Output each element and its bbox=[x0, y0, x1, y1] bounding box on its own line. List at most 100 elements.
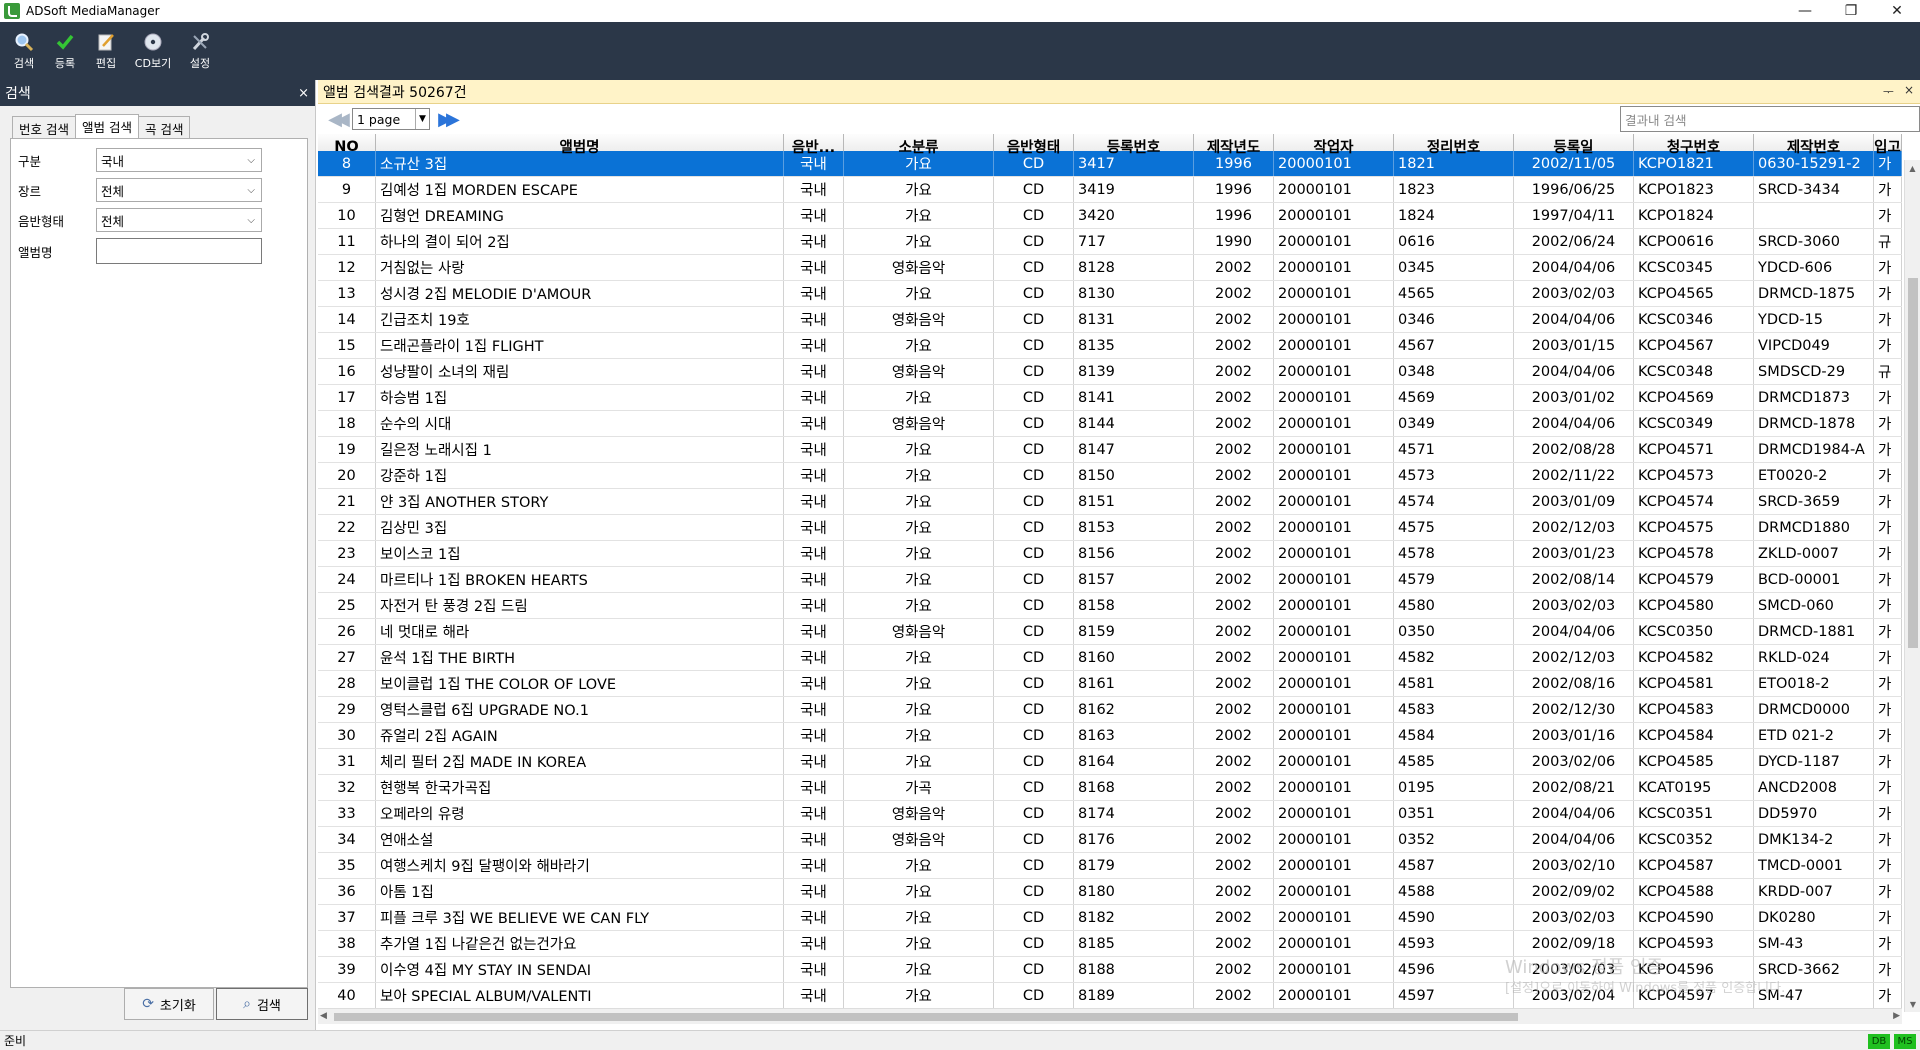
cell-album-name: 네 멋대로 해라 bbox=[376, 619, 784, 644]
table-row[interactable]: 9 김예성 1집 MORDEN ESCAPE 국내 가요 CD 3419 1996 20000… bbox=[318, 177, 1902, 203]
cell-no: 37 bbox=[318, 905, 376, 930]
cell-prod-number: DD5970 bbox=[1754, 801, 1874, 826]
cell-media-type: CD bbox=[994, 645, 1074, 670]
cell-call-number: KCSC0345 bbox=[1634, 255, 1754, 280]
table-row[interactable]: 16 성냥팔이 소녀의 재림 국내 영화음악 CD 8139 2002 20000101 034… bbox=[318, 359, 1902, 385]
cell-reg-number: 8185 bbox=[1074, 931, 1194, 956]
restore-button[interactable]: ❐ bbox=[1828, 0, 1874, 22]
toolbar-settings-button[interactable]: 설정 bbox=[180, 22, 220, 80]
tab-number-search[interactable]: 번호 검색 bbox=[12, 116, 76, 138]
cell-year: 2002 bbox=[1194, 437, 1274, 462]
result-search-input[interactable]: 결과내 검색 bbox=[1620, 106, 1920, 132]
window-title: ADSoft MediaManager bbox=[26, 4, 160, 18]
table-row[interactable]: 34 연애소설 국내 영화음악 CD 8176 2002 20000101 0352 2004/0… bbox=[318, 827, 1902, 853]
cell-reg-date: 2003/02/06 bbox=[1514, 749, 1634, 774]
cell-call-number: KCPO0616 bbox=[1634, 229, 1754, 254]
results-header: 앨범 검색결과 50267건 ᅮ × bbox=[318, 80, 1920, 104]
status-text: 준비 bbox=[4, 1034, 27, 1048]
cell-album-name: 거침없는 사랑 bbox=[376, 255, 784, 280]
toolbar-edit-button[interactable]: 편집 bbox=[86, 22, 126, 80]
album-name-input[interactable] bbox=[96, 238, 262, 264]
cell-origin: 국내 bbox=[784, 905, 844, 930]
table-row[interactable]: 21 얀 3집 ANOTHER STORY 국내 가요 CD 8151 2002 200001… bbox=[318, 489, 1902, 515]
table-row[interactable]: 10 김형언 DREAMING 국내 가요 CD 3420 1996 20000101 1824… bbox=[318, 203, 1902, 229]
toolbar-register-button[interactable]: 등록 bbox=[45, 22, 85, 80]
reset-button[interactable]: ⟳ 초기화 bbox=[124, 988, 214, 1020]
page-select[interactable]: 1 page ▼ bbox=[352, 108, 430, 130]
cell-album-name: 이수영 4집 MY STAY IN SENDAI bbox=[376, 957, 784, 982]
table-row[interactable]: 12 거침없는 사랑 국내 영화음악 CD 8128 2002 20000101 0345 200… bbox=[318, 255, 1902, 281]
tab-album-search[interactable]: 앨범 검색 bbox=[74, 114, 139, 138]
pin-icon[interactable]: ᅮ bbox=[1883, 83, 1894, 100]
table-row[interactable]: 25 자전거 탄 풍경 2집 드림 국내 가요 CD 8158 2002 20000101 45… bbox=[318, 593, 1902, 619]
activation-watermark-text: [설정]으로 이동하여 Windows를 정품 인증합니다. bbox=[1505, 981, 1786, 996]
table-row[interactable]: 38 추가열 1집 나같은건 없는건가요 국내 가요 CD 8185 2002 2000010… bbox=[318, 931, 1902, 957]
table-row[interactable]: 22 김상민 3집 국내 가요 CD 8153 2002 20000101 4575 2002/1… bbox=[318, 515, 1902, 541]
cell-year: 2002 bbox=[1194, 723, 1274, 748]
media-type-select[interactable]: 전체 ⌵ bbox=[96, 208, 262, 232]
table-row[interactable]: 27 윤석 1집 THE BIRTH 국내 가요 CD 8160 2002 20000101 4… bbox=[318, 645, 1902, 671]
search-button[interactable]: ⌕ 검색 bbox=[216, 988, 308, 1020]
table-row[interactable]: 35 여행스케치 9집 달팽이와 해바라기 국내 가요 CD 8179 2002 200001… bbox=[318, 853, 1902, 879]
table-row[interactable]: 37 피플 크루 3집 WE BELIEVE WE CAN FLY 국내 가요 CD 81… bbox=[318, 905, 1902, 931]
table-row[interactable]: 11 하나의 결이 되어 2집 국내 가요 CD 717 1990 20000101 0616 2… bbox=[318, 229, 1902, 255]
cell-no: 8 bbox=[318, 151, 376, 176]
table-row[interactable]: 24 마르티나 1집 BROKEN HEARTS 국내 가요 CD 8157 2002 200… bbox=[318, 567, 1902, 593]
search-panel-close-icon[interactable]: × bbox=[298, 86, 309, 101]
cell-no: 9 bbox=[318, 177, 376, 202]
table-row[interactable]: 15 드래곤플라이 1집 FLIGHT 국내 가요 CD 8135 2002 20000101… bbox=[318, 333, 1902, 359]
genre-select[interactable]: 전체 ⌵ bbox=[96, 178, 262, 202]
table-row[interactable]: 14 긴급조치 19호 국내 영화음악 CD 8131 2002 20000101 0346 20… bbox=[318, 307, 1902, 333]
cell-reg-date: 2002/08/14 bbox=[1514, 567, 1634, 592]
table-row[interactable]: 31 체리 필터 2집 MADE IN KOREA 국내 가요 CD 8164 2002 20… bbox=[318, 749, 1902, 775]
scroll-right-icon[interactable]: ▶ bbox=[1893, 1011, 1900, 1021]
table-row[interactable]: 20 강준하 1집 국내 가요 CD 8150 2002 20000101 4573 2002/1… bbox=[318, 463, 1902, 489]
minimize-button[interactable]: — bbox=[1782, 0, 1828, 22]
last-page-icon[interactable]: ▶▶ bbox=[434, 109, 460, 130]
toolbar-search-button[interactable]: 검색 bbox=[4, 22, 44, 80]
cell-file-number: 4565 bbox=[1394, 281, 1514, 306]
table-row[interactable]: 26 네 멋대로 해라 국내 영화음악 CD 8159 2002 20000101 0350 20… bbox=[318, 619, 1902, 645]
table-row[interactable]: 30 쥬얼리 2집 AGAIN 국내 가요 CD 8163 2002 20000101 4584… bbox=[318, 723, 1902, 749]
table-row[interactable]: 18 순수의 시대 국내 영화음악 CD 8144 2002 20000101 0349 2004… bbox=[318, 411, 1902, 437]
cell-call-number: KCPO1824 bbox=[1634, 203, 1754, 228]
cell-call-number: KCPO4578 bbox=[1634, 541, 1754, 566]
cell-media-type: CD bbox=[994, 749, 1074, 774]
table-row[interactable]: 8 소규산 3집 국내 가요 CD 3417 1996 20000101 1821 2002/11… bbox=[318, 151, 1902, 177]
table-row[interactable]: 28 보이클럽 1집 THE COLOR OF LOVE 국내 가요 CD 8161 200… bbox=[318, 671, 1902, 697]
table-row[interactable]: 36 아톰 1집 국내 가요 CD 8180 2002 20000101 4588 2002/09… bbox=[318, 879, 1902, 905]
vertical-scrollbar[interactable]: ▲ ▼ bbox=[1904, 160, 1920, 1012]
table-row[interactable]: 29 영턱스클럽 6집 UPGRADE NO.1 국내 가요 CD 8162 2002 200… bbox=[318, 697, 1902, 723]
table-row[interactable]: 32 현행복 한국가곡집 국내 가곡 CD 8168 2002 20000101 0195 200… bbox=[318, 775, 1902, 801]
cell-worker: 20000101 bbox=[1274, 255, 1394, 280]
scroll-down-icon[interactable]: ▼ bbox=[1905, 996, 1920, 1012]
cell-prod-number: KRDD-007 bbox=[1754, 879, 1874, 904]
scroll-left-icon[interactable]: ◀ bbox=[320, 1011, 327, 1021]
scroll-up-icon[interactable]: ▲ bbox=[1905, 160, 1920, 176]
first-page-icon[interactable]: ◀◀ bbox=[324, 109, 350, 130]
cell-subcategory: 가요 bbox=[844, 203, 994, 228]
close-button[interactable]: ✕ bbox=[1874, 0, 1920, 22]
cell-reg-date: 2002/12/03 bbox=[1514, 645, 1634, 670]
table-row[interactable]: 13 성시경 2집 MELODIE D'AMOUR 국내 가요 CD 8130 2002 20… bbox=[318, 281, 1902, 307]
results-close-icon[interactable]: × bbox=[1904, 83, 1914, 100]
cell-call-number: KCPO4581 bbox=[1634, 671, 1754, 696]
tab-song-search[interactable]: 곡 검색 bbox=[137, 116, 191, 138]
vertical-scroll-thumb[interactable] bbox=[1908, 278, 1918, 648]
cell-no: 10 bbox=[318, 203, 376, 228]
table-row[interactable]: 19 길은정 노래시집 1 국내 가요 CD 8147 2002 20000101 4571 20… bbox=[318, 437, 1902, 463]
cell-media-type: CD bbox=[994, 567, 1074, 592]
cell-album-name: 하나의 결이 되어 2집 bbox=[376, 229, 784, 254]
category-select[interactable]: 국내 ⌵ bbox=[96, 148, 262, 172]
cell-subcategory: 가곡 bbox=[844, 775, 994, 800]
horizontal-scrollbar[interactable]: ◀ ▶ bbox=[318, 1008, 1902, 1024]
toolbar-cdview-button[interactable]: CD보기 bbox=[127, 22, 179, 80]
cell-origin: 국내 bbox=[784, 723, 844, 748]
table-row[interactable]: 33 오페라의 유령 국내 영화음악 CD 8174 2002 20000101 0351 200… bbox=[318, 801, 1902, 827]
cell-call-number: KCSC0352 bbox=[1634, 827, 1754, 852]
table-row[interactable]: 23 보이스코 1집 국내 가요 CD 8156 2002 20000101 4578 2003/… bbox=[318, 541, 1902, 567]
horizontal-scroll-thumb[interactable] bbox=[334, 1013, 1518, 1021]
table-row[interactable]: 17 하승범 1집 국내 가요 CD 8141 2002 20000101 4569 2003/0… bbox=[318, 385, 1902, 411]
cell-file-number: 4584 bbox=[1394, 723, 1514, 748]
cell-stock: 가 bbox=[1874, 541, 1902, 566]
